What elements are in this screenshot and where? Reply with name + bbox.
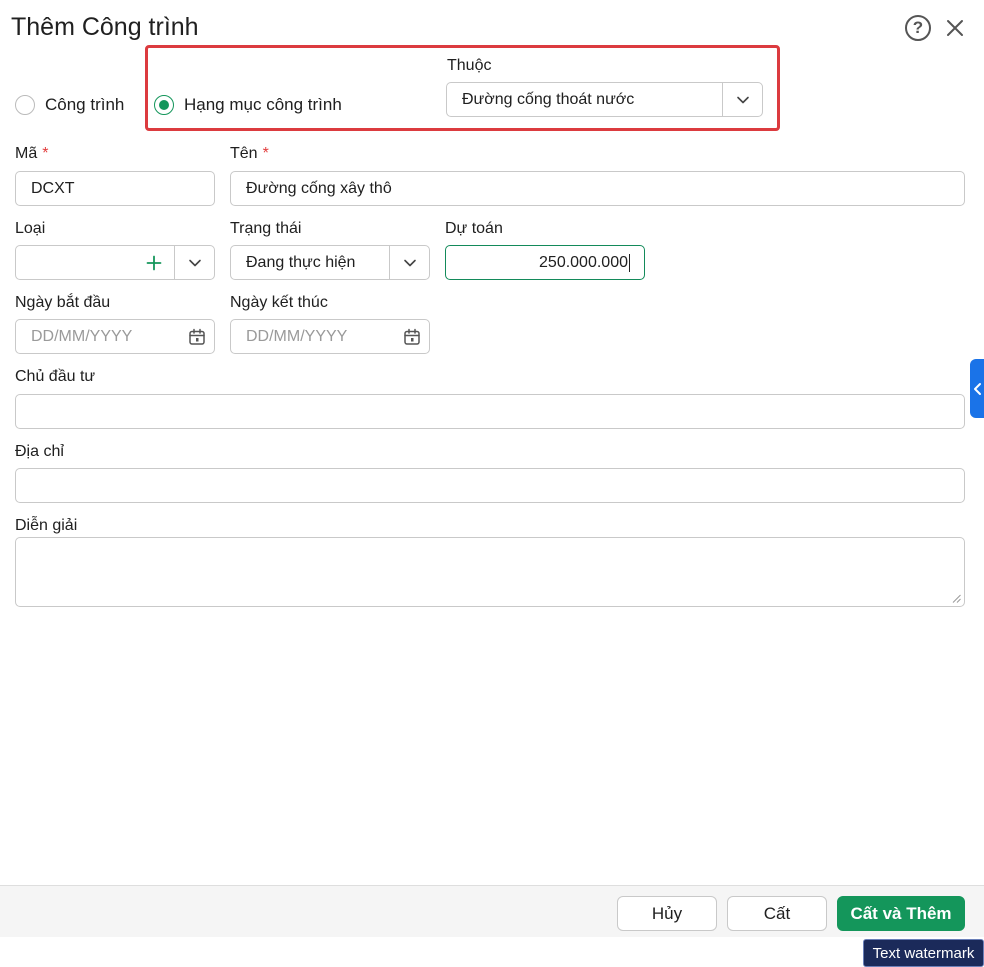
add-type-button[interactable] [134,246,174,279]
start-date-label: Ngày bắt đầu [15,294,111,311]
close-icon[interactable] [943,16,967,40]
code-label: Mã * [15,145,49,162]
status-dropdown-button[interactable] [389,246,429,279]
parent-select[interactable]: Đường cống thoát nước [446,82,763,117]
name-label: Tên * [230,145,269,162]
parent-dropdown-button[interactable] [722,83,762,116]
cancel-button[interactable]: Hủy [617,896,717,931]
status-select[interactable]: Đang thực hiện [230,245,430,280]
radio-cong-trinh[interactable]: Công trình [15,95,124,115]
estimate-value: 250.000.000 [539,253,628,271]
side-panel-toggle[interactable] [970,359,984,418]
address-label: Địa chỉ [15,443,64,460]
description-label: Diễn giải [15,517,78,534]
description-textarea[interactable] [15,537,965,607]
end-date-picker-button[interactable] [395,320,429,353]
radio-circle [15,95,35,115]
chevron-down-icon [736,96,749,103]
end-date-placeholder: DD/MM/YYYY [246,327,348,345]
code-input[interactable]: DCXT [15,171,215,206]
end-date-label: Ngày kết thúc [230,294,328,311]
calendar-icon [404,328,420,345]
status-value: Đang thực hiện [246,253,356,271]
investor-input[interactable] [15,394,965,429]
investor-label: Chủ đầu tư [15,368,96,385]
calendar-icon [189,328,205,345]
estimate-input[interactable]: 250.000.000 [445,245,645,280]
parent-label: Thuộc [447,57,492,74]
watermark-badge: Text watermark [863,939,984,967]
type-dropdown-button[interactable] [174,246,214,279]
resize-grip-icon[interactable] [952,594,961,603]
radio-label: Hạng mục công trình [184,95,342,114]
text-cursor [629,253,630,272]
estimate-label: Dự toán [445,220,503,237]
status-label: Trạng thái [230,220,302,237]
address-input[interactable] [15,468,965,503]
radio-label: Công trình [45,95,125,114]
dialog-title: Thêm Công trình [11,13,199,41]
type-label: Loại [15,220,46,237]
help-icon[interactable]: ? [905,15,931,41]
start-date-placeholder: DD/MM/YYYY [31,327,133,345]
parent-value: Đường cống thoát nước [462,90,635,108]
chevron-down-icon [403,259,416,266]
chevron-left-icon [974,382,981,395]
chevron-down-icon [188,259,201,266]
name-value: Đường cống xây thô [246,179,392,197]
start-date-picker-button[interactable] [180,320,214,353]
start-date-input[interactable]: DD/MM/YYYY [15,319,215,354]
type-select[interactable] [15,245,215,280]
plus-icon [146,255,162,270]
radio-circle-selected [154,95,174,115]
save-and-add-button[interactable]: Cất và Thêm [837,896,965,931]
code-value: DCXT [31,179,75,197]
end-date-input[interactable]: DD/MM/YYYY [230,319,430,354]
save-button[interactable]: Cất [727,896,827,931]
radio-hang-muc[interactable]: Hạng mục công trình [154,95,342,115]
name-input[interactable]: Đường cống xây thô [230,171,965,206]
